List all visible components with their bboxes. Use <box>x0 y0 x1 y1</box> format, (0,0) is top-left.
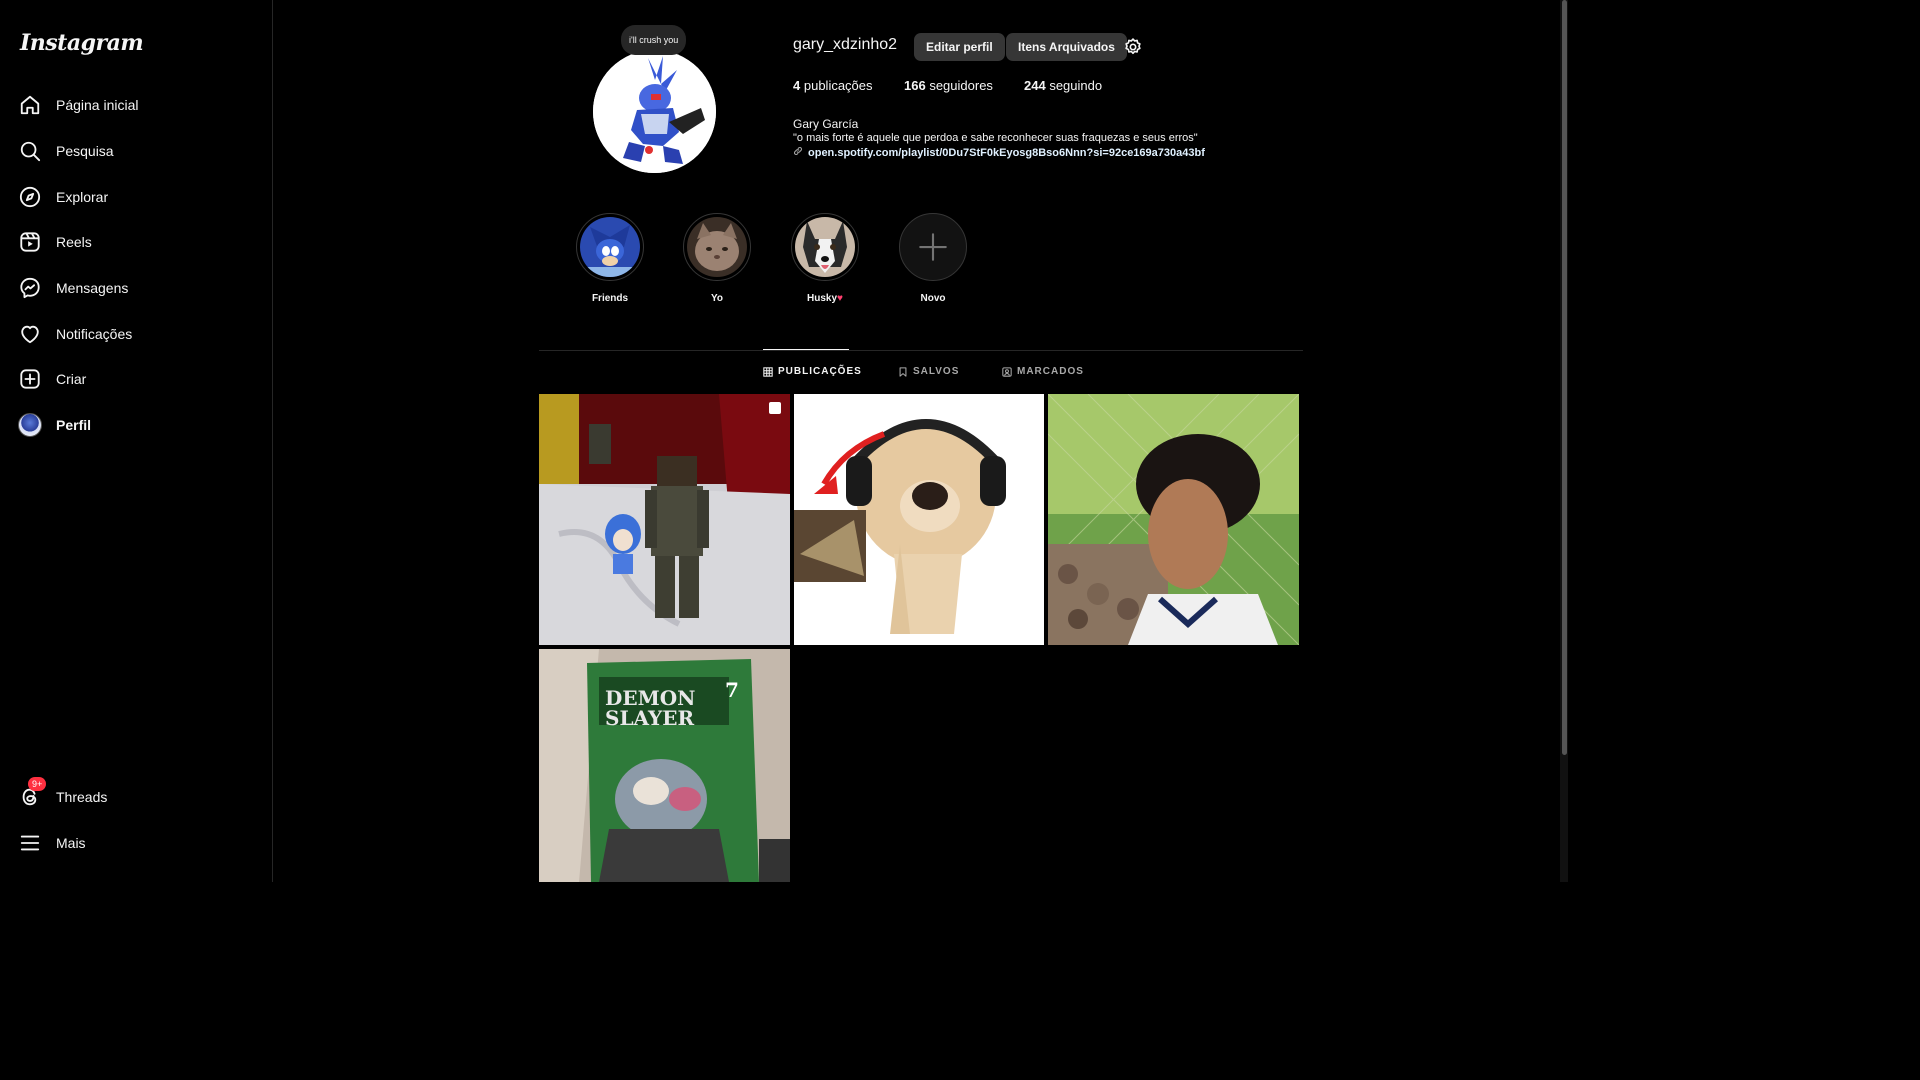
followers-count: 166 <box>904 78 926 93</box>
highlight-name: Husky♥ <box>807 293 843 304</box>
sidebar-item-label: Reels <box>56 234 92 250</box>
threads-icon: 9+ <box>18 777 47 809</box>
sidebar: Instagram Página inicial Pesquisa Explor… <box>0 0 273 882</box>
post-thumbnail[interactable] <box>794 394 1044 645</box>
highlight-cover <box>687 217 747 277</box>
instagram-logo[interactable]: Instagram <box>20 30 144 56</box>
highlight-husky[interactable]: Husky♥ <box>790 213 860 304</box>
sidebar-item-home[interactable]: Página inicial <box>8 85 258 125</box>
sidebar-item-search[interactable]: Pesquisa <box>8 131 258 171</box>
sidebar-item-label: Perfil <box>56 417 92 433</box>
followers-label: seguidores <box>929 78 993 93</box>
sidebar-item-label: Notificações <box>56 326 133 342</box>
highlight-cover <box>795 217 855 277</box>
post-thumbnail[interactable] <box>1048 394 1299 645</box>
followers-stat[interactable]: 166 seguidores <box>904 78 993 93</box>
sidebar-item-label: Página inicial <box>56 97 139 113</box>
home-icon <box>18 93 42 117</box>
sidebar-item-label: Mais <box>56 835 86 851</box>
svg-text:SLAYER: SLAYER <box>605 706 695 730</box>
highlight-yo[interactable]: Yo <box>682 213 752 304</box>
sidebar-item-label: Criar <box>56 371 87 387</box>
note-bubble[interactable]: i'll crush you <box>621 25 687 55</box>
profile-bio: "o mais forte é aquele que perdoa e sabe… <box>793 132 1198 144</box>
plus-icon <box>903 217 963 277</box>
svg-text:7: 7 <box>725 678 739 702</box>
sidebar-item-label: Mensagens <box>56 280 129 296</box>
profile-full-name: Gary García <box>793 117 859 131</box>
archive-button[interactable]: Itens Arquivados <box>1006 33 1127 61</box>
profile-username: gary_xdzinho2 <box>793 36 898 53</box>
posts-stat: 4 publicações <box>793 78 873 93</box>
profile-link[interactable]: open.spotify.com/playlist/0Du7StF0kEyosg… <box>793 146 1205 159</box>
post-thumbnail[interactable]: DEMON SLAYER 7 <box>539 649 790 882</box>
sidebar-item-reels[interactable]: Reels <box>8 222 258 262</box>
edit-profile-button[interactable]: Editar perfil <box>914 33 1005 61</box>
bookmark-icon <box>899 366 907 377</box>
profile-picture[interactable] <box>593 50 716 173</box>
sidebar-item-profile[interactable]: Perfil <box>8 405 258 445</box>
following-stat[interactable]: 244 seguindo <box>1024 78 1102 93</box>
highlight-friends[interactable]: Friends <box>575 213 645 304</box>
profile-link-text: open.spotify.com/playlist/0Du7StF0kEyosg… <box>808 146 1205 159</box>
highlight-name: Friends <box>591 293 629 304</box>
sidebar-item-messages[interactable]: Mensagens <box>8 268 258 308</box>
highlight-name: Novo <box>920 293 946 304</box>
highlight-name: Yo <box>710 293 724 304</box>
highlight-new[interactable]: Novo <box>898 213 968 304</box>
tab-saved[interactable]: SALVOS <box>898 366 959 377</box>
notification-badge: 9+ <box>28 777 47 791</box>
search-icon <box>18 139 42 163</box>
avatar <box>18 413 42 437</box>
menu-icon <box>18 831 42 855</box>
sidebar-item-label: Pesquisa <box>56 143 114 159</box>
messenger-icon <box>18 276 42 300</box>
sidebar-item-threads[interactable]: 9+ Threads <box>8 777 258 817</box>
tab-posts[interactable]: PUBLICAÇÕES <box>763 366 862 377</box>
sidebar-item-label: Threads <box>56 789 108 805</box>
scrollbar[interactable] <box>1560 0 1568 882</box>
reels-icon <box>18 230 42 254</box>
post-thumbnail[interactable] <box>539 394 790 645</box>
sidebar-item-notifications[interactable]: Notificações <box>8 314 258 354</box>
heart-icon <box>18 322 42 346</box>
link-icon <box>793 146 803 159</box>
sidebar-item-more[interactable]: Mais <box>8 823 258 863</box>
highlight-cover <box>580 217 640 277</box>
scrollbar-thumb[interactable] <box>1562 0 1567 755</box>
sidebar-item-label: Explorar <box>56 189 109 205</box>
plus-square-icon <box>18 367 42 391</box>
gear-icon[interactable] <box>1123 37 1143 57</box>
following-count: 244 <box>1024 78 1046 93</box>
active-tab-indicator <box>763 349 849 350</box>
posts-count: 4 <box>793 78 801 93</box>
sidebar-item-explore[interactable]: Explorar <box>8 177 258 217</box>
tab-tagged[interactable]: MARCADOS <box>1002 366 1084 377</box>
tabs-divider <box>539 350 1303 351</box>
heart-emoji-icon: ♥ <box>837 293 843 304</box>
sidebar-item-create[interactable]: Criar <box>8 359 258 399</box>
compass-icon <box>18 185 42 209</box>
following-label: seguindo <box>1049 78 1103 93</box>
posts-label: publicações <box>803 78 873 93</box>
tagged-icon <box>1002 366 1012 377</box>
grid-icon <box>763 366 773 377</box>
